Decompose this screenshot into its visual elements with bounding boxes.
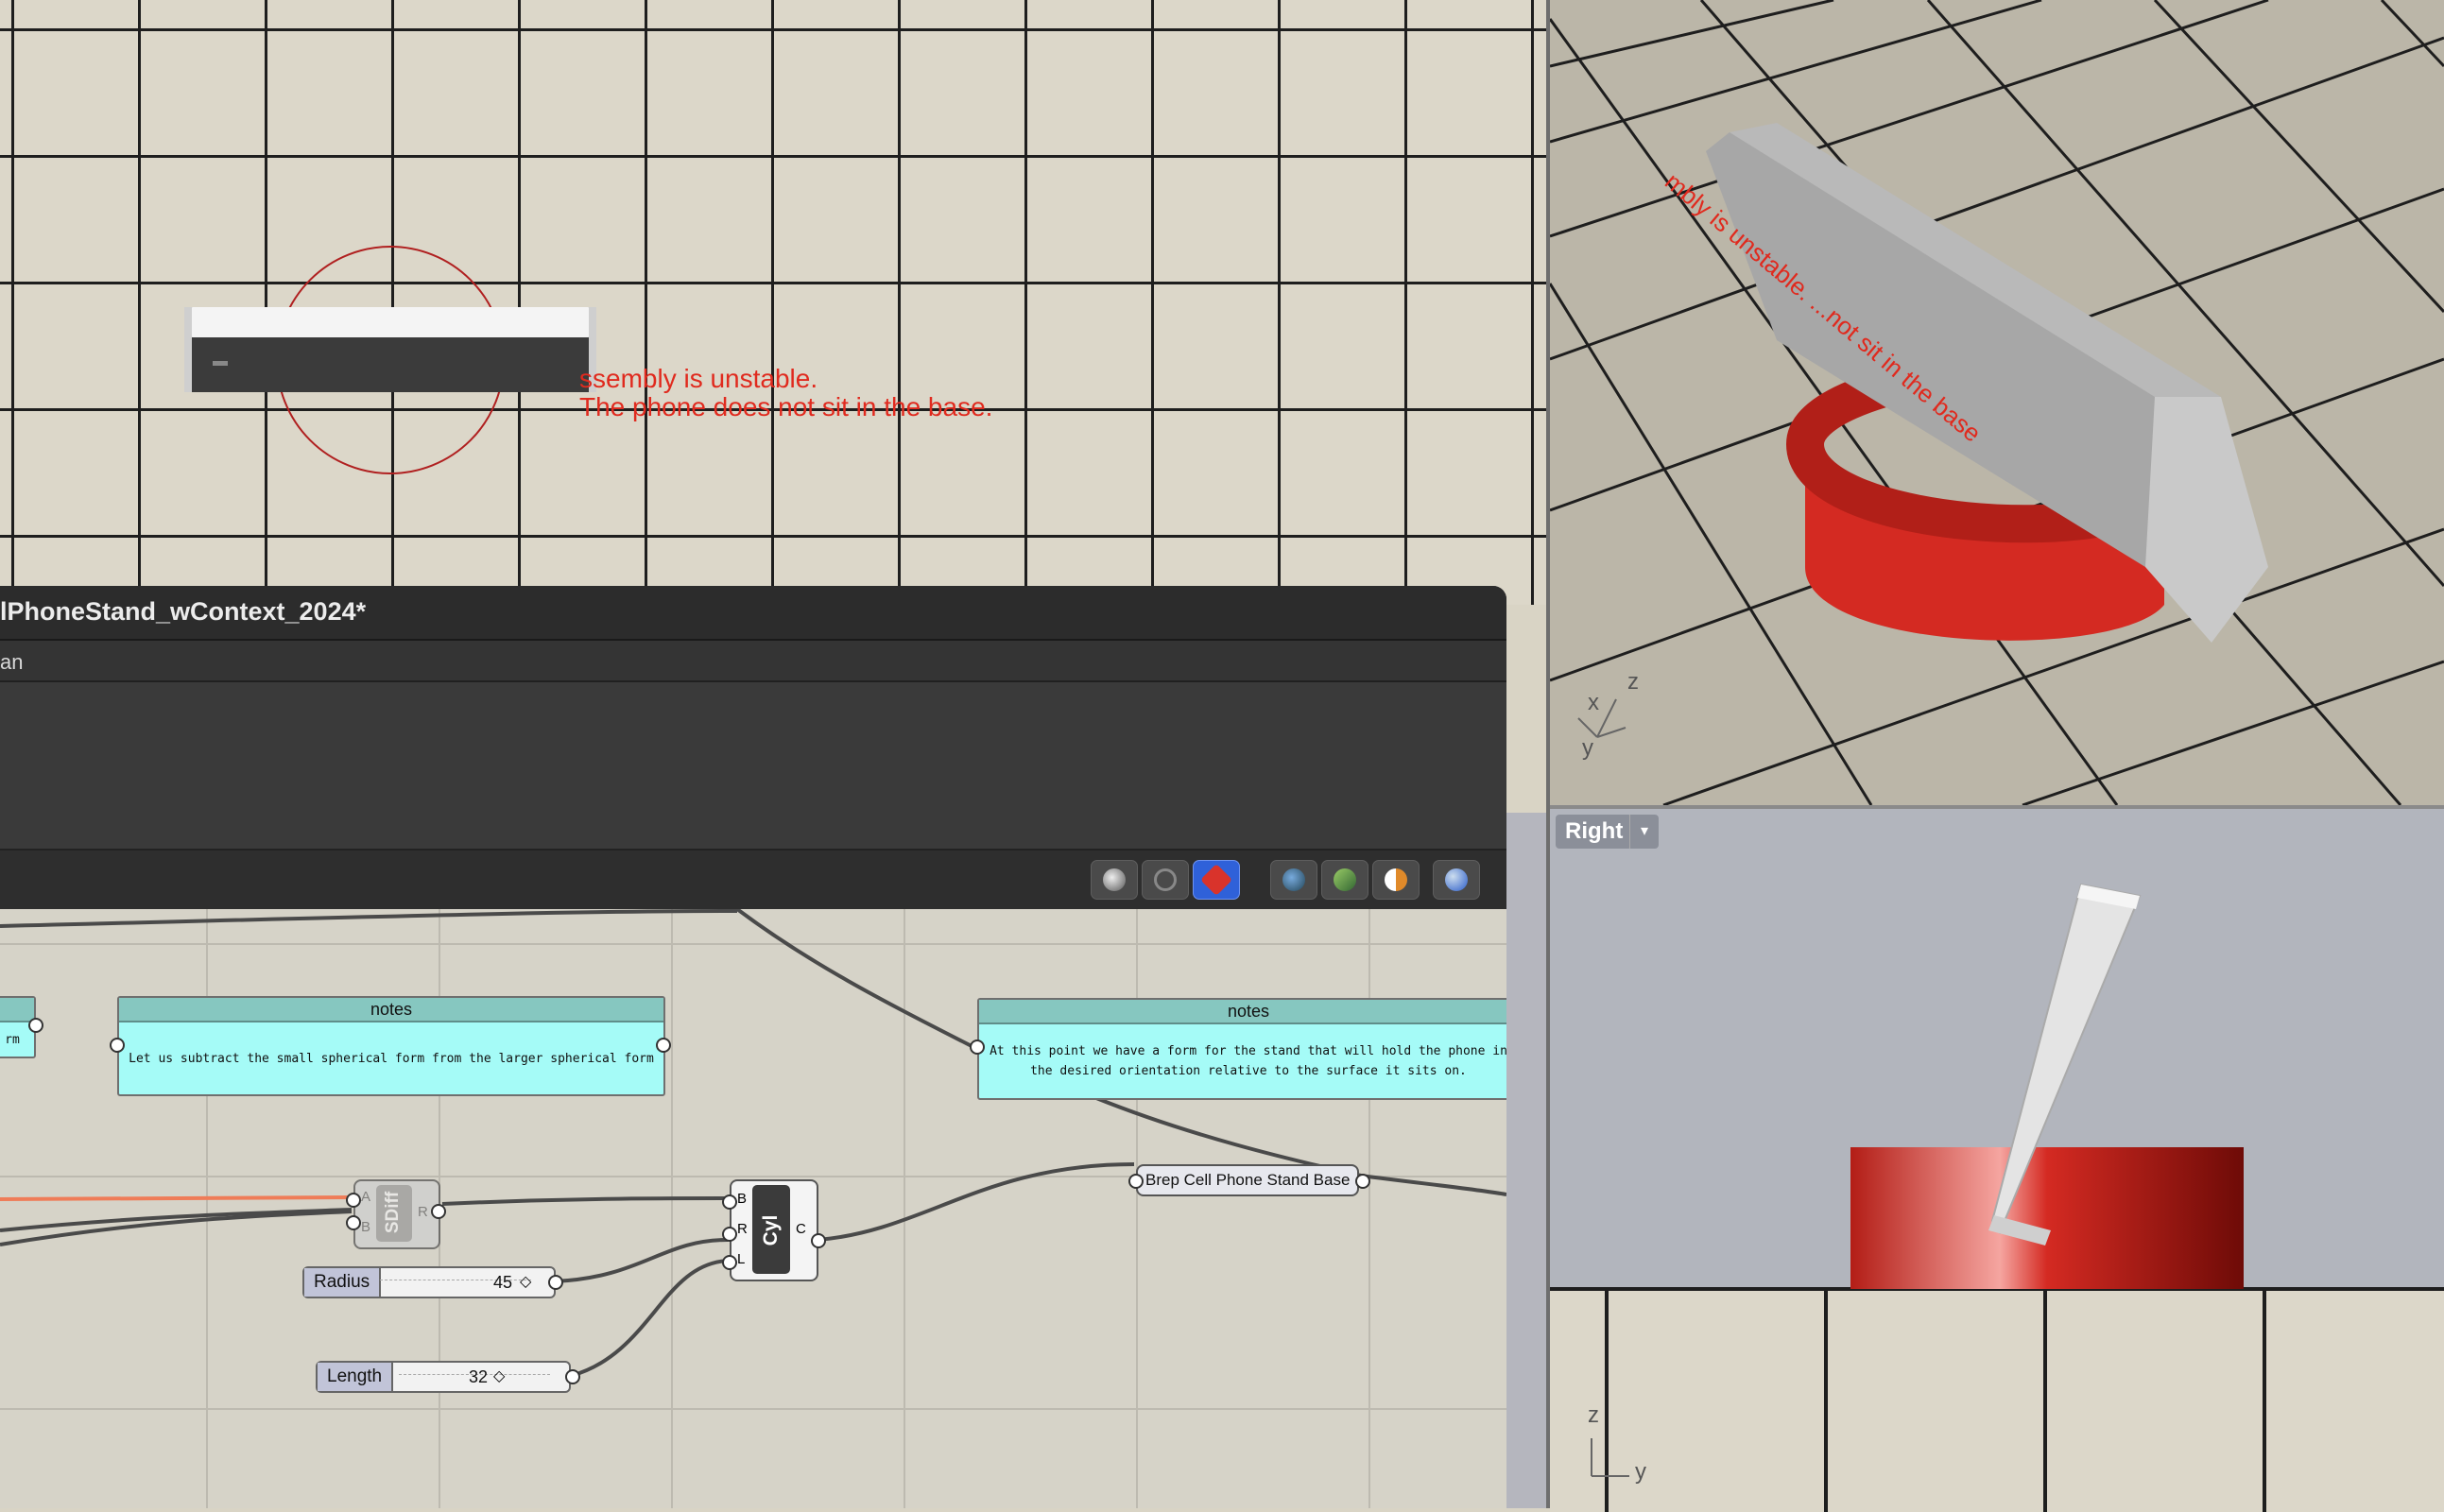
mesh-preview-icon (1334, 868, 1356, 891)
cyl-label: Cyl (760, 1214, 782, 1246)
cyl-output-c: C (796, 1221, 806, 1237)
input-grip[interactable] (110, 1038, 125, 1053)
output-grip[interactable] (431, 1204, 446, 1219)
notes-panel-subtract[interactable]: notes Let us subtract the small spherica… (117, 996, 665, 1096)
preview-toolbar (0, 849, 1506, 911)
length-slider-value: 32 (469, 1367, 489, 1386)
selected-preview-icon (1200, 864, 1232, 896)
wire (441, 1196, 729, 1206)
perspective-scene: mbly is unstable. ...not sit in the base (1550, 0, 2444, 805)
cyl-input-b: B (737, 1191, 748, 1207)
grasshopper-window[interactable]: lPhoneStand_wContext_2024* an rm notes L… (0, 586, 1506, 1508)
document-preview-button[interactable] (1270, 860, 1317, 900)
axis-y-label: y (1635, 1459, 1646, 1485)
input-grip[interactable] (970, 1040, 985, 1055)
wire (0, 909, 738, 928)
output-grip[interactable] (565, 1369, 580, 1384)
document-preview-icon (1282, 868, 1305, 891)
component-ribbon[interactable] (0, 682, 1506, 849)
input-grip[interactable] (1128, 1174, 1144, 1189)
mesh-preview-button[interactable] (1321, 860, 1368, 900)
phone-edge-left (184, 307, 192, 392)
length-slider-label: Length (318, 1363, 394, 1391)
notes-header (0, 998, 34, 1022)
no-preview-icon (1154, 868, 1177, 891)
phone-edge (2145, 397, 2268, 643)
notes-panel-form[interactable]: notes At this point we have a form for t… (977, 998, 1506, 1100)
stand-base (1850, 1147, 2244, 1289)
wire (553, 1238, 729, 1283)
output-grip[interactable] (1355, 1174, 1370, 1189)
window-title: lPhoneStand_wContext_2024* (0, 597, 367, 626)
selected-preview-button[interactable] (1193, 860, 1240, 900)
input-grip[interactable] (346, 1215, 361, 1230)
radius-slider-label: Radius (304, 1268, 382, 1297)
cylinder-component[interactable]: B R L Cyl C (730, 1179, 818, 1281)
material-preview-icon (1385, 868, 1407, 891)
axis-x-label: x (1588, 690, 1599, 715)
radius-slider[interactable]: Radius 45 ◇ (302, 1266, 556, 1298)
menu-bar[interactable] (0, 641, 1506, 682)
ground-plane (1550, 1289, 2444, 1512)
wire-selected (0, 1195, 353, 1201)
input-grip[interactable] (346, 1193, 361, 1208)
output-grip[interactable] (28, 1018, 43, 1033)
output-grip[interactable] (656, 1038, 671, 1053)
wire (1360, 1174, 1506, 1196)
shaded-preview-icon (1103, 868, 1126, 891)
grasshopper-canvas[interactable]: rm notes Let us subtract the small spher… (0, 909, 1506, 1508)
sdiff-output-r: R (418, 1204, 428, 1220)
sphere-preview-icon (1445, 868, 1468, 891)
sdiff-input-a: A (361, 1189, 371, 1205)
slider-knob-icon[interactable]: ◇ (493, 1363, 505, 1391)
sdiff-input-b: B (361, 1219, 371, 1235)
cyl-input-r: R (737, 1221, 748, 1237)
perspective-viewport[interactable]: mbly is unstable. ...not sit in the base… (1550, 0, 2444, 805)
output-grip[interactable] (548, 1275, 563, 1290)
notes-body: Let us subtract the small spherical form… (129, 1051, 654, 1066)
warning-line-1: ssembly is unstable. (579, 364, 818, 393)
material-preview-button[interactable] (1372, 860, 1420, 900)
phone-top-face (187, 307, 594, 337)
notes-body: rm (5, 1032, 20, 1047)
length-slider[interactable]: Length 32 ◇ (316, 1361, 571, 1393)
axis-z-label: z (1627, 669, 1639, 695)
right-view-scene (1550, 883, 2444, 1512)
notes-header: notes (119, 998, 663, 1022)
brep-param[interactable]: Brep Cell Phone Stand Base (1136, 1164, 1360, 1196)
slider-knob-icon[interactable]: ◇ (520, 1268, 531, 1297)
phone-button (213, 361, 228, 366)
input-grip[interactable] (722, 1194, 737, 1210)
wire (0, 1208, 353, 1232)
cyl-label-box: Cyl (752, 1185, 790, 1274)
axis-z-label: z (1588, 1402, 1599, 1428)
input-grip[interactable] (722, 1255, 737, 1270)
top-viewport[interactable]: ssembly is unstable. The phone does not s… (0, 0, 1550, 605)
axis-line (1577, 717, 1598, 738)
assembly-warning: ssembly is unstable. The phone does not s… (579, 365, 992, 421)
cyl-input-l: L (737, 1251, 746, 1267)
top-view-scene (184, 246, 596, 474)
sdiff-label: SDiff (383, 1191, 403, 1234)
wire (818, 1162, 1135, 1242)
notes-body: At this point we have a form for the sta… (990, 1044, 1506, 1078)
notes-header: notes (979, 1000, 1506, 1024)
solid-difference-component[interactable]: A B SDiff R (353, 1179, 440, 1249)
canvas-edge-strip (1506, 813, 1546, 1508)
shaded-preview-button[interactable] (1091, 860, 1138, 900)
sphere-preview-button[interactable] (1433, 860, 1480, 900)
no-preview-button[interactable] (1142, 860, 1189, 900)
radius-slider-value: 45 (493, 1273, 513, 1292)
right-viewport[interactable]: Right ▾ z y (1550, 805, 2444, 1512)
menu-item[interactable]: an (0, 650, 23, 675)
output-grip[interactable] (811, 1233, 826, 1248)
axis-y-label: y (1582, 735, 1593, 761)
sdiff-label-box: SDiff (376, 1185, 412, 1242)
warning-line-2: The phone does not sit in the base. (579, 392, 993, 421)
input-grip[interactable] (722, 1227, 737, 1242)
wire (735, 909, 978, 1051)
